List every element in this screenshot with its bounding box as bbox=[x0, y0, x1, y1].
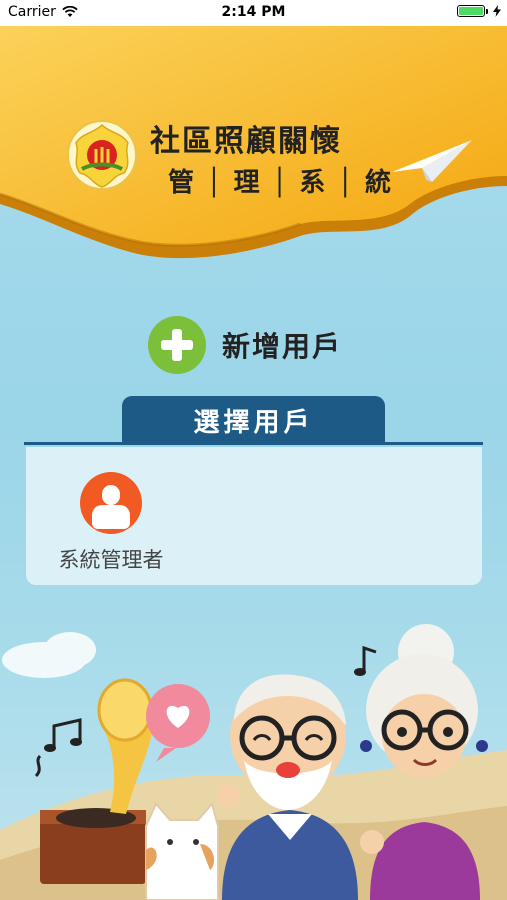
battery-icon bbox=[457, 5, 488, 17]
select-user-label: 選擇用戶 bbox=[193, 407, 314, 438]
status-time: 2:14 PM bbox=[221, 4, 286, 20]
app-subtitle: 管│理│系│統 bbox=[168, 168, 403, 198]
user-card-admin[interactable]: 系統管理者 bbox=[48, 470, 174, 580]
add-user-label: 新增用戶 bbox=[222, 330, 343, 363]
charging-icon bbox=[493, 5, 501, 17]
add-user-button[interactable]: 新增用戶 bbox=[148, 316, 342, 374]
heart-bubble-icon bbox=[146, 684, 210, 762]
status-right bbox=[457, 5, 501, 17]
elderly-couple-illustration bbox=[0, 624, 507, 900]
select-user-tab: 選擇用戶 bbox=[122, 396, 385, 444]
app-title: 社區照顧關懷 bbox=[150, 124, 342, 159]
divider bbox=[24, 442, 483, 445]
emblem-icon bbox=[67, 120, 137, 190]
status-bar: Carrier 2:14 PM bbox=[0, 0, 507, 26]
gramophone-icon bbox=[40, 678, 153, 884]
paper-plane-icon bbox=[392, 140, 472, 182]
user-name: 系統管理者 bbox=[58, 548, 164, 572]
plus-circle-icon bbox=[148, 316, 206, 374]
avatar-icon bbox=[80, 472, 142, 534]
